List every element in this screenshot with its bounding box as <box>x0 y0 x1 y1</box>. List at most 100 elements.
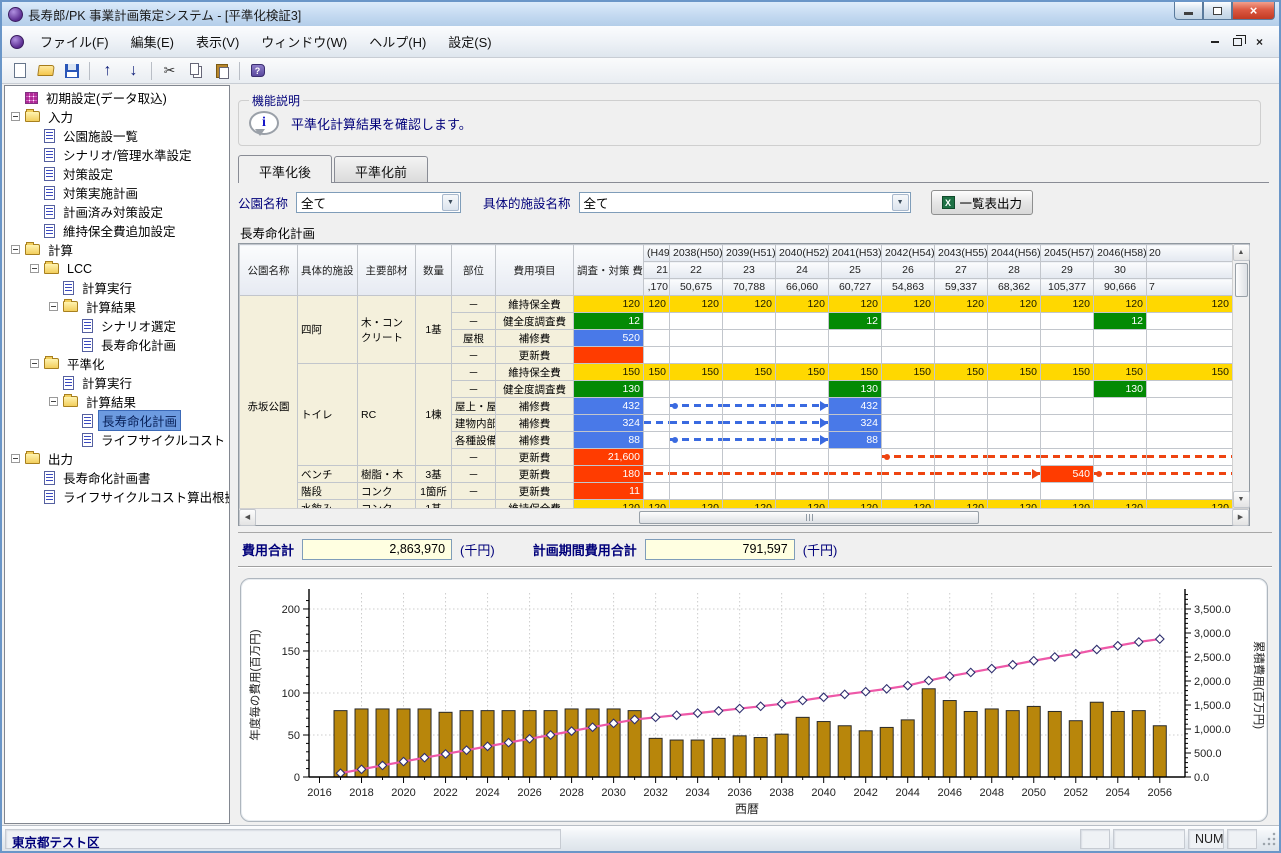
tree-item-ライフサイクルコスト[interactable]: ライフサイクルコスト <box>5 430 229 449</box>
data-grid[interactable]: 公園名称具体的施設 名称主要部材数量部位費用項目調査・対策 費用(千円)(H49… <box>239 244 1232 508</box>
year-cost-cell: 120 <box>935 500 988 509</box>
collapse-icon[interactable] <box>49 302 58 311</box>
year-seq-header: 21 <box>644 262 670 279</box>
table-row[interactable]: 赤坂公園四阿木・コンクリート1基－維持保全費120120120120120120… <box>240 296 1233 313</box>
tree-item-維持保全費追加設定[interactable]: 維持保全費追加設定 <box>5 221 229 240</box>
menu-設定(S)[interactable]: 設定(S) <box>437 27 502 56</box>
menu-編集(E)[interactable]: 編集(E) <box>120 27 185 56</box>
year-cost-cell <box>935 313 988 330</box>
tree-item-計算実行[interactable]: 計算実行 <box>5 278 229 297</box>
tree-item-初期設定(データ取込)[interactable]: 初期設定(データ取込) <box>5 88 229 107</box>
mdi-minimize-button[interactable] <box>1211 41 1219 43</box>
tab-平準化後[interactable]: 平準化後 <box>238 155 332 183</box>
collapse-icon[interactable] <box>11 245 20 254</box>
column-header: 数量 <box>416 245 452 296</box>
maximize-button[interactable] <box>1203 2 1232 20</box>
year-cost-cell: 130 <box>1094 381 1147 398</box>
mdi-restore-button[interactable] <box>1233 38 1242 46</box>
year-cost-cell <box>1094 415 1147 432</box>
tree-item-シナリオ/管理水準設定[interactable]: シナリオ/管理水準設定 <box>5 145 229 164</box>
new-document-button[interactable] <box>8 60 31 82</box>
move-up-button[interactable]: ↑ <box>96 60 119 82</box>
tree-item-ライフサイクルコスト算出根拠[interactable]: ライフサイクルコスト算出根拠 <box>5 487 229 506</box>
year-cost-cell <box>776 381 829 398</box>
scroll-up-icon[interactable]: ▲ <box>1233 244 1250 261</box>
scroll-right-icon[interactable]: ▶ <box>1232 509 1249 526</box>
tree-item-label: 維持保全費追加設定 <box>60 221 179 240</box>
collapse-icon[interactable] <box>11 112 20 121</box>
part-cell: － <box>452 313 496 330</box>
chevron-down-icon[interactable]: ▼ <box>892 194 909 211</box>
tree-item-シナリオ選定[interactable]: シナリオ選定 <box>5 316 229 335</box>
year-cost-cell <box>1041 449 1094 466</box>
vertical-scroll-thumb[interactable] <box>1235 263 1248 297</box>
year-header: 2040(H52) <box>776 245 829 262</box>
quantity-cell: 1基 <box>416 296 452 364</box>
export-list-button[interactable]: X 一覧表出力 <box>931 190 1034 215</box>
year-total-header: 50,675 <box>670 279 723 296</box>
close-button[interactable]: × <box>1232 2 1275 20</box>
scroll-left-icon[interactable]: ◀ <box>239 509 256 526</box>
tree-item-label: 長寿命化計画書 <box>60 468 154 487</box>
menu-ヘルプ(H)[interactable]: ヘルプ(H) <box>358 27 437 56</box>
help-button[interactable]: ? <box>246 60 269 82</box>
tree-item-計算結果[interactable]: 計算結果 <box>5 392 229 411</box>
tab-page: 公園名称 全て ▼ 具体的施設名称 全て ▼ X 一覧表出力 <box>238 182 1269 822</box>
tree-item-計算[interactable]: 計算 <box>5 240 229 259</box>
year-cost-cell: 120 <box>1147 296 1233 313</box>
table-row[interactable]: 階段コンク1箇所－更新費11 <box>240 483 1233 500</box>
table-row[interactable]: 水飲みコンク1基－維持保全費12012012012012012012012012… <box>240 500 1233 509</box>
cut-button[interactable]: ✂ <box>158 60 181 82</box>
tree-item-対策設定[interactable]: 対策設定 <box>5 164 229 183</box>
minimize-button[interactable] <box>1174 2 1203 20</box>
mdi-close-button[interactable]: × <box>1256 36 1263 48</box>
tree-item-長寿命化計画書[interactable]: 長寿命化計画書 <box>5 468 229 487</box>
tree-item-出力[interactable]: 出力 <box>5 449 229 468</box>
save-button[interactable] <box>60 60 83 82</box>
column-header: 部位 <box>452 245 496 296</box>
tree-item-計算結果[interactable]: 計算結果 <box>5 297 229 316</box>
year-cost-cell: 120 <box>1094 500 1147 509</box>
collapse-icon[interactable] <box>30 359 39 368</box>
collapse-icon[interactable] <box>30 264 39 273</box>
tree-item-label: 計算結果 <box>83 297 139 316</box>
tree-item-LCC[interactable]: LCC <box>5 259 229 278</box>
paste-button[interactable] <box>210 60 233 82</box>
open-folder-button[interactable] <box>34 60 57 82</box>
horizontal-scroll-thumb[interactable] <box>639 511 979 524</box>
grid-horizontal-scrollbar[interactable]: ◀ ▶ <box>239 508 1249 525</box>
collapse-icon[interactable] <box>49 397 58 406</box>
plan-period-total-unit: (千円) <box>803 540 838 559</box>
resize-grip-icon[interactable] <box>1262 832 1276 846</box>
park-name-select[interactable]: 全て ▼ <box>296 192 461 213</box>
tab-平準化前[interactable]: 平準化前 <box>334 156 428 183</box>
column-header: 具体的施設 名称 <box>298 245 358 296</box>
scroll-down-icon[interactable]: ▼ <box>1233 491 1250 508</box>
move-down-button[interactable]: ↓ <box>122 60 145 82</box>
grid-vertical-scrollbar[interactable]: ▲ ▼ <box>1232 244 1249 508</box>
year-cost-cell: 120 <box>1147 500 1233 509</box>
collapse-icon[interactable] <box>11 454 20 463</box>
tree-item-公園施設一覧[interactable]: 公園施設一覧 <box>5 126 229 145</box>
part-cell: 各種設備 <box>452 432 496 449</box>
tree-item-長寿命化計画[interactable]: 長寿命化計画 <box>5 335 229 354</box>
chevron-down-icon[interactable]: ▼ <box>442 194 459 211</box>
tree-item-計算実行[interactable]: 計算実行 <box>5 373 229 392</box>
separator <box>238 566 1272 568</box>
facility-name-select[interactable]: 全て ▼ <box>579 192 911 213</box>
table-row[interactable]: トイレRC1棟－維持保全費150150150150150150150150150… <box>240 364 1233 381</box>
tree-item-対策実施計画[interactable]: 対策実施計画 <box>5 183 229 202</box>
menu-表示(V)[interactable]: 表示(V) <box>185 27 250 56</box>
year-cost-cell: 120 <box>829 296 882 313</box>
year-cost-cell <box>670 466 723 483</box>
year-cost-cell <box>644 432 670 449</box>
tree-item-計画済み対策設定[interactable]: 計画済み対策設定 <box>5 202 229 221</box>
menu-ウィンドウ(W)[interactable]: ウィンドウ(W) <box>250 27 358 56</box>
table-row[interactable]: ベンチ樹脂・木3基－更新費180540 <box>240 466 1233 483</box>
year-cost-cell: 120 <box>776 296 829 313</box>
copy-button[interactable] <box>184 60 207 82</box>
menu-ファイル(F)[interactable]: ファイル(F) <box>29 27 120 56</box>
tree-item-平準化[interactable]: 平準化 <box>5 354 229 373</box>
tree-item-入力[interactable]: 入力 <box>5 107 229 126</box>
tree-item-長寿命化計画[interactable]: 長寿命化計画 <box>5 411 229 430</box>
